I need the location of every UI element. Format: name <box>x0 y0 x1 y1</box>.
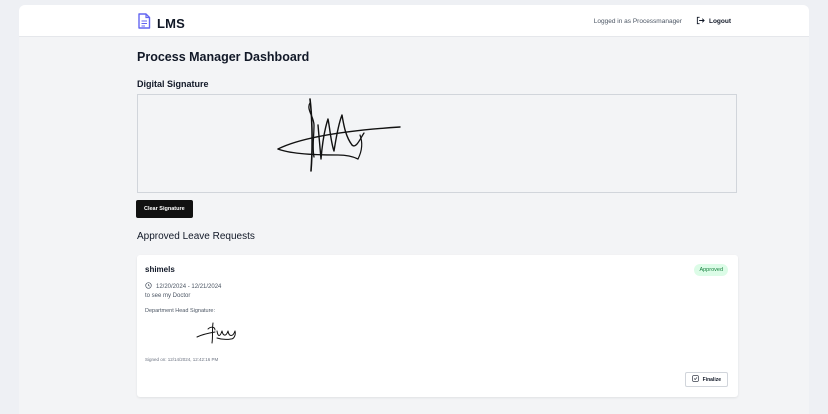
brand-name: LMS <box>157 16 186 31</box>
page-title: Process Manager Dashboard <box>137 50 310 64</box>
finalize-label: Finalize <box>702 376 721 383</box>
approved-requests-title: Approved Leave Requests <box>137 231 255 242</box>
brand[interactable]: LMS <box>137 13 185 34</box>
signed-on-timestamp: Signed on: 12/14/2024, 12:42:16 PM <box>145 357 219 362</box>
status-badge: Approved <box>694 264 728 276</box>
finalize-button[interactable]: Finalize <box>684 372 728 387</box>
leave-dates-text: 12/20/2024 - 12/21/2024 <box>156 283 222 290</box>
check-square-icon <box>692 375 699 384</box>
document-icon <box>137 13 151 34</box>
leave-reason: to see my Doctor <box>145 293 191 299</box>
top-bar: LMS Logged in as Processmanager Logout <box>19 5 809 37</box>
user-area: Logged in as Processmanager Logout <box>594 16 731 27</box>
drawn-signature <box>277 98 401 172</box>
app-window: LMS Logged in as Processmanager Logout P… <box>19 5 809 414</box>
dept-head-signature-image <box>195 321 241 350</box>
requester-name: shimels <box>145 265 175 274</box>
leave-request-card: shimels Approved 12/20/2024 - 12/21/2024… <box>137 255 738 397</box>
clock-icon <box>145 282 152 291</box>
logout-button[interactable]: Logout <box>696 16 731 27</box>
logout-icon <box>696 16 705 27</box>
signature-canvas[interactable] <box>137 94 737 193</box>
logged-in-text: Logged in as Processmanager <box>593 18 682 25</box>
dept-head-signature-label: Department Head Signature: <box>145 308 216 314</box>
leave-dates: 12/20/2024 - 12/21/2024 <box>145 282 221 291</box>
logout-label: Logout <box>708 18 731 25</box>
signature-label: Digital Signature <box>137 79 209 89</box>
clear-signature-button[interactable]: Clear Signature <box>136 200 193 218</box>
